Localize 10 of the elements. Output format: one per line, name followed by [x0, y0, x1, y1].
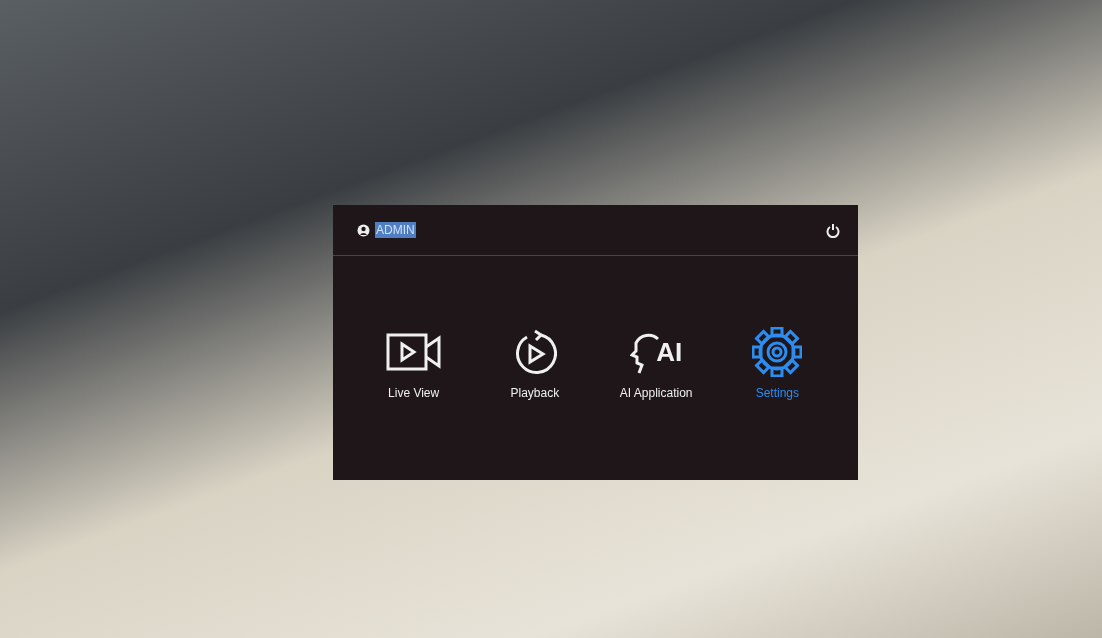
- menu-item[interactable]: AI AI Application: [601, 328, 712, 400]
- menu-item[interactable]: Settings: [722, 328, 833, 400]
- power-icon[interactable]: [826, 222, 840, 238]
- gear-icon: [752, 327, 803, 377]
- user-icon: [357, 223, 370, 237]
- menu-item[interactable]: Live View: [358, 328, 469, 400]
- video-camera-icon: [385, 333, 442, 371]
- user-name: ADMIN: [375, 222, 416, 238]
- icon-text: AI: [656, 336, 683, 368]
- menu-item[interactable]: Playback: [479, 328, 590, 400]
